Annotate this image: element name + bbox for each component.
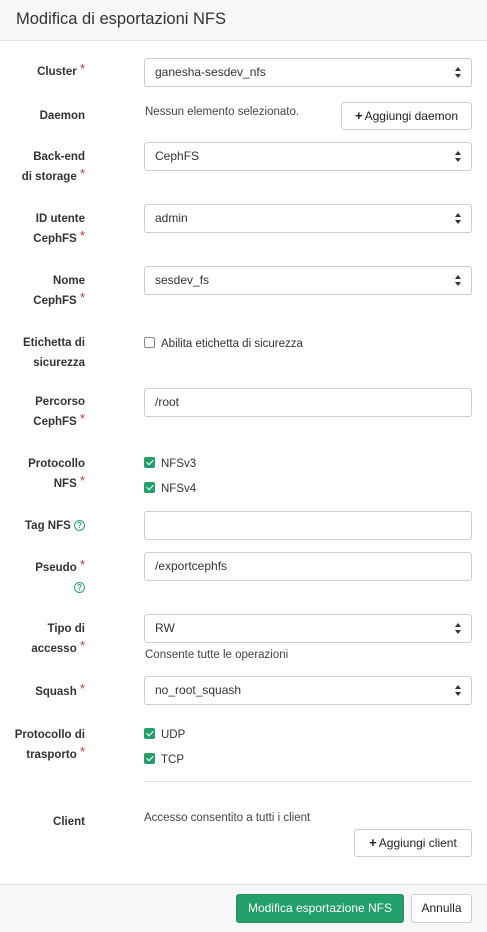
tcp-checkbox-row[interactable]: TCP [144,753,184,767]
add-daemon-button[interactable]: + Aggiungi daemon [341,102,472,130]
checkmark-icon[interactable] [144,482,155,494]
checkmark-icon[interactable] [144,728,155,740]
section-divider [144,781,472,782]
required-marker: * [79,166,85,181]
clients-empty-text: Accesso consentito a tutti i client [144,812,311,824]
cancel-button[interactable]: Annulla [411,894,472,923]
security-label-label: Etichetta di sicurezza [23,337,85,369]
cephfs-path-input[interactable]: /root [144,388,472,417]
required-marker: * [79,473,85,488]
required-marker: * [79,557,85,572]
plus-icon: + [369,835,377,850]
cephfs-name-select[interactable]: sesdev_fs [144,266,472,295]
access-type-label: Tipo di accesso * [31,623,85,655]
squash-select[interactable]: no_root_squash [144,676,472,705]
sort-arrows-icon [455,623,462,635]
required-marker: * [79,290,85,305]
squash-label: Squash * [35,681,85,698]
daemon-empty-text: Nessun elemento selezionato. [145,106,300,118]
nfsv3-checkbox-row[interactable]: NFSv3 [144,457,196,471]
nfs-tag-input[interactable] [144,511,472,540]
modal-header: Modifica di esportazioni NFS [0,0,487,41]
checkmark-icon[interactable] [144,753,155,765]
required-marker: * [79,681,85,696]
sort-arrows-icon [455,275,462,287]
transport-label: Protocollo di trasporto * [14,729,85,761]
udp-checkbox-row[interactable]: UDP [144,728,185,742]
checkmark-icon[interactable] [144,457,155,469]
cephfs-path-label: Percorso CephFS * [33,396,85,428]
help-circle-icon[interactable]: ? [74,520,85,532]
cephfs-name-label: Nome CephFS * [33,275,85,307]
required-marker: * [79,638,85,653]
required-marker: * [79,228,85,243]
submit-button[interactable]: Modifica esportazione NFS [236,894,404,923]
clients-label: Client [53,816,85,828]
storage-backend-select[interactable]: CephFS [144,142,472,171]
add-client-button[interactable]: + Aggiungi client [354,829,472,857]
cephfs-user-label: ID utente CephFS * [33,213,85,245]
sort-arrows-icon [455,213,462,225]
nfsv4-checkbox-row[interactable]: NFSv4 [144,482,196,496]
help-circle-icon[interactable]: ? [74,582,85,594]
cephfs-user-select[interactable]: admin [144,204,472,233]
pseudo-label: Pseudo *? [35,557,85,594]
required-marker: * [79,411,85,426]
nfs-tag-label: Tag NFS ? [25,516,85,536]
nfs-protocol-label: Protocollo NFS * [28,458,85,490]
access-type-hint: Consente tutte le operazioni [145,649,289,661]
required-marker: * [79,744,85,759]
security-label-checkbox[interactable] [144,337,155,349]
access-type-select[interactable]: RW [144,614,472,643]
daemon-label: Daemon [39,110,85,122]
required-marker: * [79,61,85,76]
cluster-select[interactable]: ganesha-sesdev_nfs [144,58,472,87]
sort-arrows-icon [455,67,462,79]
security-label-checkbox-row[interactable]: Abilita etichetta di sicurezza [144,337,303,351]
pseudo-input[interactable]: /exportcephfs [144,552,472,581]
sort-arrows-icon [455,151,462,163]
sort-arrows-icon [455,685,462,697]
storage-backend-label: Back-end di storage * [21,151,85,183]
cluster-label: Cluster * [37,61,85,78]
modal-title: Modifica di esportazioni NFS [16,10,227,28]
plus-icon: + [355,108,363,123]
